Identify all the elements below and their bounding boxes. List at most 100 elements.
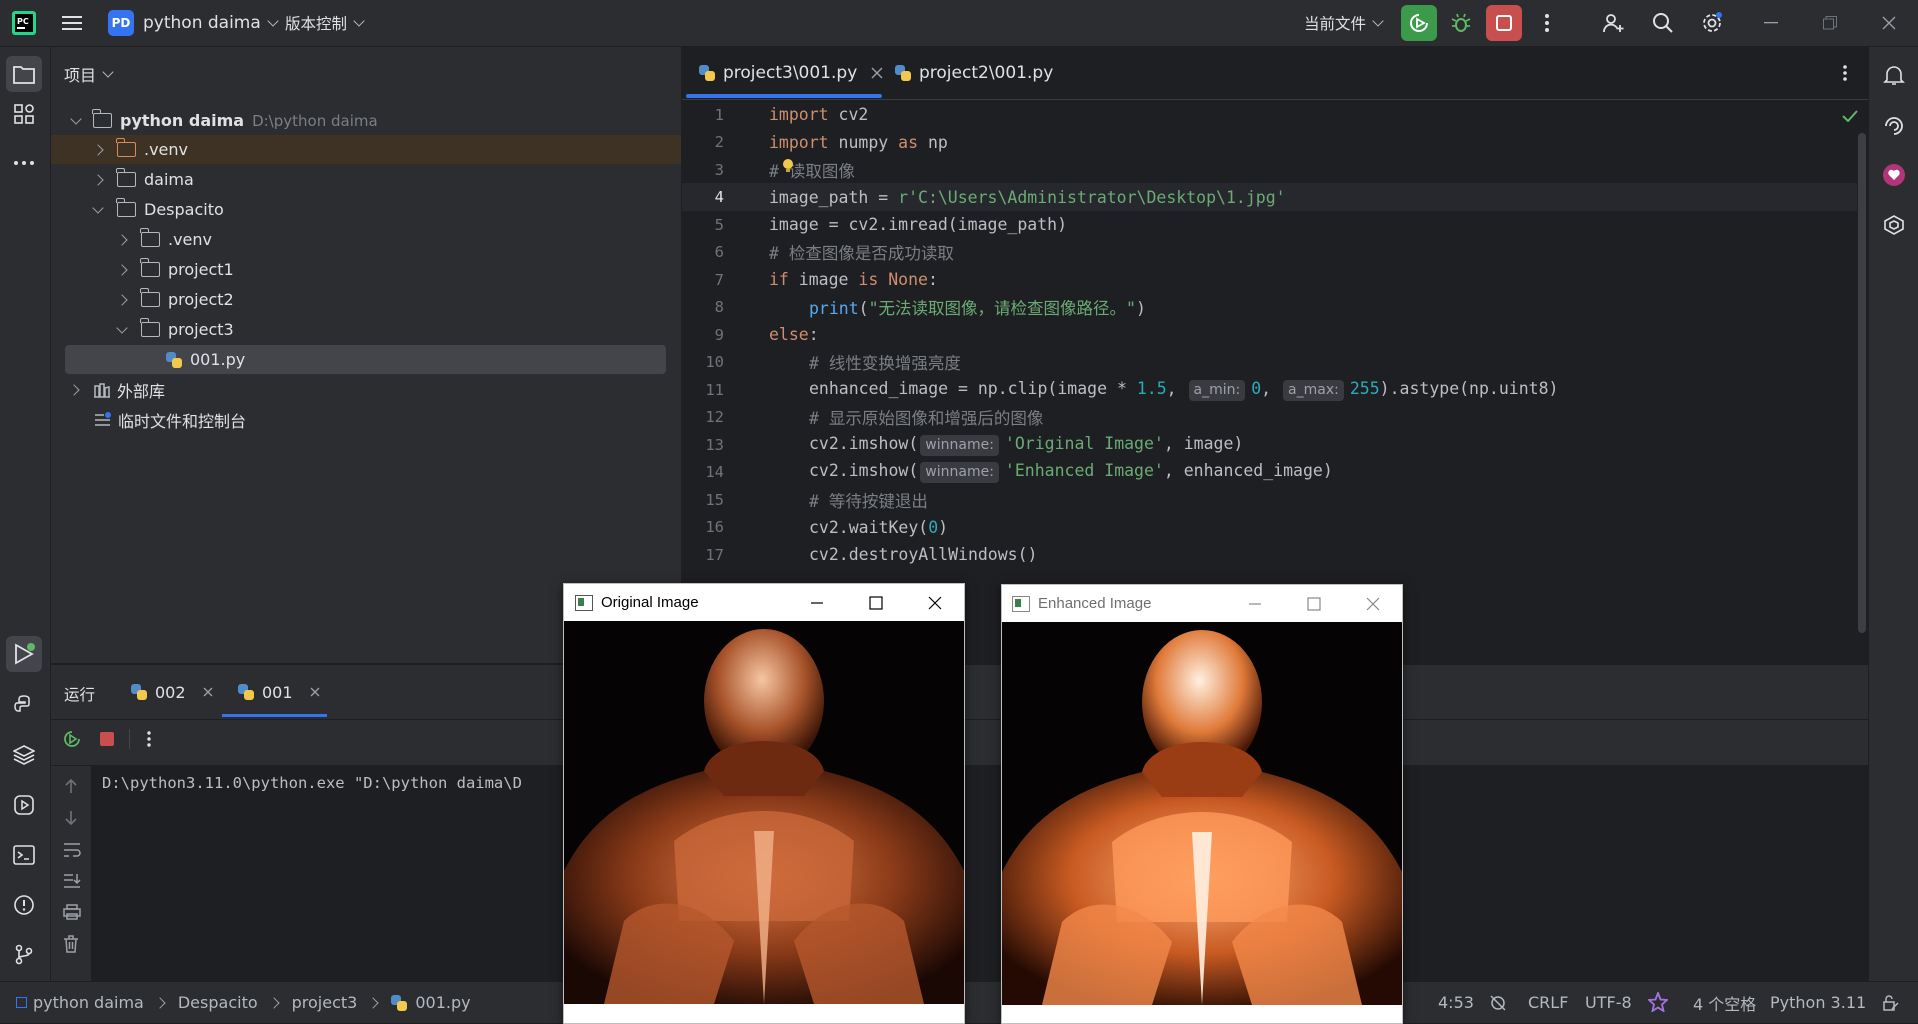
problems-button[interactable] [6,887,42,923]
vcs-menu[interactable]: 版本控制 [285,0,365,46]
breadcrumb-item[interactable]: project3 [292,993,358,1012]
close-icon[interactable] [203,687,213,697]
rerun-button[interactable] [1401,5,1437,41]
notifications-button[interactable] [1876,57,1912,93]
tree-item-project3[interactable]: project3 [51,315,681,344]
maximize-icon[interactable] [869,596,883,610]
breadcrumb-item[interactable]: python daima [33,993,144,1012]
print-icon[interactable] [63,904,81,920]
code-editor[interactable]: 1 import cv2 2 import numpy as np 3 # 读取图像 … [682,100,1857,663]
more-tools-button[interactable] [6,145,42,181]
minimize-icon[interactable] [1248,597,1262,611]
tree-item-label: Despacito [144,200,224,219]
tree-item-despacito[interactable]: Despacito [51,195,681,224]
close-icon[interactable] [1366,597,1380,611]
more-vertical-icon [147,731,151,747]
vcs-label: 版本控制 [285,15,348,33]
close-icon[interactable] [871,67,883,79]
project-badge: PD [108,10,134,36]
project-panel-header[interactable]: 项目 [64,62,114,86]
run-tab-label: 002 [155,682,186,702]
console-line: D:\python3.11.0\python.exe "D:\python da… [102,774,522,792]
python-file-icon [131,684,147,700]
code-with-me-button[interactable] [1595,5,1631,41]
tree-item-001-py[interactable]: 001.py [65,345,666,374]
more-actions-button[interactable] [131,721,167,757]
line-separator[interactable]: CRLF [1528,982,1568,1023]
breadcrumb-item[interactable]: Despacito [178,993,258,1012]
settings-button[interactable] [1694,5,1730,41]
terminal-button[interactable] [6,837,42,873]
window-titlebar[interactable]: Enhanced Image [1002,585,1402,622]
minimize-window-button[interactable] [1753,5,1789,41]
run-tab-001[interactable]: 001 [238,673,320,711]
python-packages-button[interactable] [6,737,42,773]
caret-position[interactable]: 4:53 [1438,982,1474,1023]
lightbulb-icon[interactable] [781,158,795,174]
tree-item-venv[interactable]: .venv [51,135,681,164]
maximize-icon[interactable] [1307,597,1321,611]
folder-icon [116,168,136,187]
close-icon[interactable] [310,687,320,697]
tree-item-project1[interactable]: project1 [51,255,681,284]
rerun-button[interactable] [54,721,90,757]
line-number: 1 [714,105,724,124]
file-encoding[interactable]: UTF-8 [1585,982,1632,1023]
project-switcher[interactable]: PD python daima [108,0,279,46]
stop-button[interactable] [1486,5,1522,41]
ai-star-icon[interactable] [1648,992,1668,1012]
tree-item-venv-2[interactable]: .venv [51,225,681,254]
run-tab-002[interactable]: 002 [131,673,213,711]
more-actions-button[interactable] [1529,5,1565,41]
tab-project2-001[interactable]: project2\001.py [895,47,1053,99]
tree-item-scratches[interactable]: 临时文件和控制台 [51,405,681,434]
plugin-button[interactable] [1876,157,1912,193]
run-config-selector[interactable]: 当前文件 [1304,0,1384,46]
tree-item-external-libs[interactable]: 外部库 [51,375,681,404]
stop-button[interactable] [89,721,125,757]
minimize-icon[interactable] [810,596,824,610]
run-tool-button[interactable] [6,636,42,672]
debug-button[interactable] [1443,5,1479,41]
indent-setting[interactable]: 4 个空格 [1693,982,1756,1023]
editor-scrollbar[interactable] [1858,133,1866,633]
active-tab-indicator [686,94,882,98]
arrow-up-icon[interactable] [63,778,79,794]
run-panel-title: 运行 [64,686,96,704]
tab-options-button[interactable] [1827,55,1863,91]
structure-icon [14,104,34,124]
close-window-button[interactable] [1871,5,1907,41]
services-button[interactable] [6,787,42,823]
breadcrumb-item[interactable]: 001.py [415,993,470,1012]
tab-project3-001[interactable]: project3\001.py [699,47,883,99]
trash-icon[interactable] [63,935,79,953]
folder-icon [140,288,160,307]
scroll-to-end-icon[interactable] [63,873,81,889]
lock-edit-icon[interactable] [1881,994,1899,1012]
interpreter[interactable]: Python 3.11 [1770,982,1866,1023]
ai-assistant-button[interactable] [1876,107,1912,143]
code-token: , enhanced_image) [1163,461,1333,481]
arrow-down-icon[interactable] [63,810,79,826]
python-file-icon [391,994,408,1011]
no-inspections-icon[interactable] [1489,994,1507,1012]
close-icon[interactable] [928,596,942,610]
restore-window-button[interactable] [1812,5,1848,41]
chevron-right-icon [367,996,380,1009]
main-menu-icon[interactable] [54,5,90,41]
git-button[interactable] [6,936,42,972]
soft-wrap-icon[interactable] [63,842,81,858]
project-tool-button[interactable] [6,56,42,92]
tree-item-daima[interactable]: daima [51,165,681,194]
python-console-button[interactable] [6,687,42,723]
structure-tool-button[interactable] [6,96,42,132]
breadcrumb: python daima Despacito project3 001.py [16,982,471,1023]
window-titlebar[interactable]: Original Image [564,584,964,621]
code-number: 255 [1349,378,1380,398]
console-output[interactable]: D:\python3.11.0\python.exe "D:\python da… [91,766,1868,982]
copilot-button[interactable] [1876,207,1912,243]
tree-item-project2[interactable]: project2 [51,285,681,314]
tree-root[interactable]: python daima D:\python daima [51,106,681,135]
search-button[interactable] [1645,5,1681,41]
project-panel-title: 项目 [64,66,97,85]
